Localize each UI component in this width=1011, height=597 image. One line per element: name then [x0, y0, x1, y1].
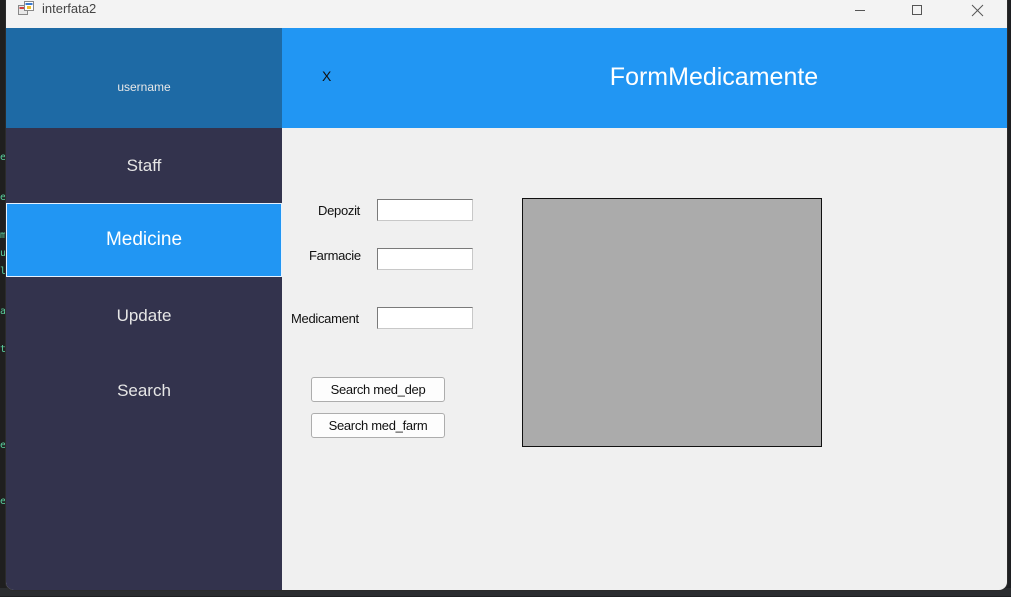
- maximize-button[interactable]: [894, 0, 940, 20]
- username-label: username: [117, 80, 171, 94]
- minimize-button[interactable]: [837, 0, 883, 20]
- form-content: Depozit Farmacie Medicament Search med_d…: [282, 128, 1007, 590]
- close-window-button[interactable]: [954, 0, 1000, 20]
- farmacie-label: Farmacie: [309, 248, 361, 263]
- close-icon: [971, 4, 983, 16]
- app-window-icon: [18, 1, 34, 17]
- maximize-icon: [912, 5, 922, 15]
- sidebar-item-search[interactable]: Search: [6, 354, 282, 428]
- form-header: X FormMedicamente: [282, 28, 1007, 128]
- results-data-grid[interactable]: [522, 198, 822, 447]
- title-bar[interactable]: interfata2: [6, 0, 1007, 28]
- window-title: interfata2: [42, 1, 97, 16]
- sidebar-item-medicine[interactable]: Medicine: [6, 203, 282, 277]
- sidebar-item-staff[interactable]: Staff: [6, 129, 282, 203]
- medicament-label: Medicament: [291, 311, 359, 326]
- depozit-field[interactable]: [377, 199, 473, 221]
- form-title: FormMedicamente: [609, 63, 819, 91]
- minimize-icon: [855, 10, 865, 11]
- search-med-dep-button[interactable]: Search med_dep: [311, 377, 445, 402]
- user-panel: username: [6, 28, 282, 128]
- depozit-label: Depozit: [318, 203, 360, 218]
- sidebar: username Staff Medicine Update Search: [6, 28, 282, 590]
- app-window: interfata2 username Staff Medicine Updat…: [6, 0, 1007, 590]
- sidebar-item-update[interactable]: Update: [6, 279, 282, 353]
- search-med-farm-button[interactable]: Search med_farm: [311, 413, 445, 438]
- medicament-field[interactable]: [377, 307, 473, 329]
- farmacie-field[interactable]: [377, 248, 473, 270]
